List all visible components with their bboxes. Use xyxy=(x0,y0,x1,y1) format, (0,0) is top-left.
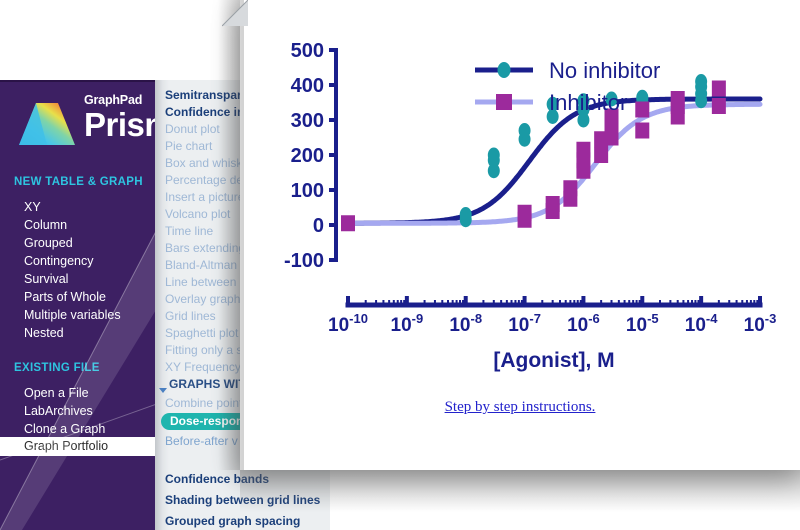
list-item[interactable]: Volcano plot xyxy=(165,207,230,222)
sidebar-item-multiple-variables[interactable]: Multiple variables xyxy=(24,307,121,323)
svg-text:10-8: 10-8 xyxy=(449,311,482,336)
list-item[interactable]: XY Frequency xyxy=(165,360,241,375)
sidebar-section-existing-file: EXISTING FILE xyxy=(14,362,100,374)
list-item[interactable]: Insert a picture xyxy=(165,190,244,205)
list-item[interactable]: Bland-Altman xyxy=(165,258,237,273)
svg-text:0: 0 xyxy=(313,215,324,237)
svg-text:500: 500 xyxy=(291,40,324,62)
sidebar-item-clone-a-graph[interactable]: Clone a Graph xyxy=(24,421,105,437)
chart-canvas: -100 0 100 200 300 400 500 10-10 10-9 10-8 10-7 10-… xyxy=(284,40,777,372)
svg-text:10-7: 10-7 xyxy=(508,311,541,336)
svg-text:Inhibitor: Inhibitor xyxy=(549,90,627,115)
sidebar-item-labarchives[interactable]: LabArchives xyxy=(24,403,93,419)
prism-logo-icon xyxy=(16,98,78,148)
list-item[interactable]: Confidence bands xyxy=(165,472,269,487)
sidebar-item-open-a-file[interactable]: Open a File xyxy=(24,385,89,401)
svg-text:400: 400 xyxy=(291,75,324,97)
svg-text:10-5: 10-5 xyxy=(626,311,659,336)
svg-text:10-6: 10-6 xyxy=(567,311,600,336)
svg-text:-100: -100 xyxy=(284,250,324,272)
svg-text:10-10: 10-10 xyxy=(328,311,368,336)
svg-text:200: 200 xyxy=(291,145,324,167)
graph-preview-card: -100 0 100 200 300 400 500 10-10 10-9 10-8 10-7 10-… xyxy=(240,0,800,470)
list-item[interactable]: Combine points xyxy=(165,396,248,411)
svg-text:No inhibitor: No inhibitor xyxy=(549,58,660,83)
step-by-step-instructions-link[interactable]: Step by step instructions. xyxy=(445,399,596,415)
list-item[interactable]: Grouped graph spacing xyxy=(165,514,300,529)
list-item[interactable]: Pie chart xyxy=(165,139,212,154)
dose-response-chart: -100 0 100 200 300 400 500 10-10 10-9 10-8 10-7 10-… xyxy=(240,0,800,400)
list-item[interactable]: Overlay graph xyxy=(165,292,240,307)
sidebar-item-xy[interactable]: XY xyxy=(24,199,41,215)
chevron-down-icon[interactable] xyxy=(159,381,167,393)
list-item[interactable]: Spaghetti plot xyxy=(165,326,238,341)
sidebar-item-grouped[interactable]: Grouped xyxy=(24,235,73,251)
sidebar-item-parts-of-whole[interactable]: Parts of Whole xyxy=(24,289,106,305)
instructions-link-row: Step by step instructions. xyxy=(240,398,800,416)
list-item[interactable]: Donut plot xyxy=(165,122,220,137)
sidebar-item-column[interactable]: Column xyxy=(24,217,67,233)
svg-text:[Agonist], M: [Agonist], M xyxy=(493,349,614,372)
list-item[interactable]: Line between xyxy=(165,275,236,290)
list-item[interactable]: Time line xyxy=(165,224,213,239)
svg-text:300: 300 xyxy=(291,110,324,132)
screenshot-root: GraphPad Prism NEW TABLE & GRAPH XY Colu… xyxy=(0,0,800,530)
svg-text:10-3: 10-3 xyxy=(744,311,777,336)
svg-text:100: 100 xyxy=(291,180,324,202)
list-item[interactable]: Bars extending xyxy=(165,241,245,256)
sidebar-section-new-table-graph: NEW TABLE & GRAPH xyxy=(14,176,143,188)
svg-text:10-4: 10-4 xyxy=(685,311,718,336)
svg-text:10-9: 10-9 xyxy=(391,311,424,336)
sidebar-item-nested[interactable]: Nested xyxy=(24,325,64,341)
list-item[interactable]: Grid lines xyxy=(165,309,216,324)
list-item[interactable]: Shading between grid lines xyxy=(165,493,320,508)
sidebar-item-survival[interactable]: Survival xyxy=(24,271,68,287)
list-item[interactable]: Before-after v xyxy=(165,434,238,449)
sidebar-item-contingency[interactable]: Contingency xyxy=(24,253,94,269)
